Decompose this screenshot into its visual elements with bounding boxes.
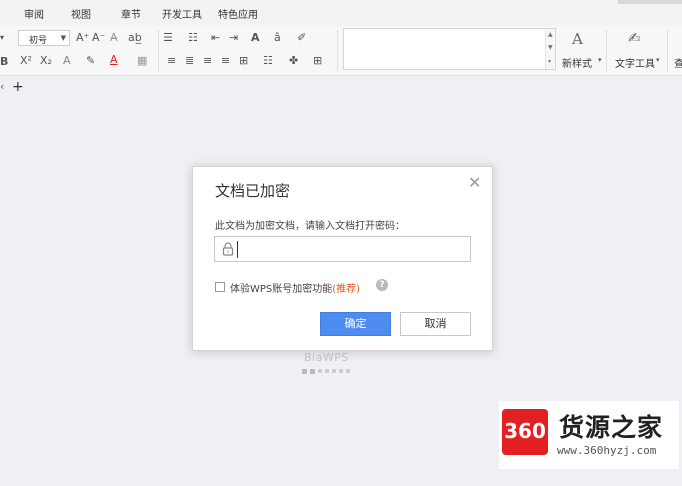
checkbox-label[interactable]: 体验WPS账号加密功能(推荐) — [230, 280, 360, 295]
password-field[interactable] — [214, 236, 471, 262]
subscript-icon[interactable]: X₂ — [40, 55, 52, 66]
gallery-up-icon[interactable]: ▲ — [548, 31, 553, 38]
chevron-left-icon[interactable]: ‹ — [0, 80, 4, 93]
distributed-icon[interactable]: ⊞ — [239, 55, 248, 66]
highlight-icon[interactable]: ✎ — [86, 55, 95, 66]
show-marks-icon[interactable]: ✐ — [297, 32, 306, 43]
align-right-icon[interactable]: ≡ — [203, 55, 212, 66]
close-icon[interactable]: ✕ — [468, 173, 481, 192]
watermark-badge-text: 360 — [504, 419, 546, 443]
shrink-font-icon[interactable]: A⁻ — [92, 32, 105, 43]
style-gallery-scroll[interactable]: ▲ ▼ ▾ — [545, 29, 555, 69]
loading-dot — [302, 369, 307, 374]
phonetic-guide-icon[interactable]: ab̲ — [128, 32, 142, 43]
dialog-title: 文档已加密 — [215, 182, 291, 200]
line-spacing-icon[interactable]: ☷ — [263, 55, 273, 66]
watermark-badge: 360 — [502, 409, 548, 455]
loading-dot — [346, 369, 350, 373]
cancel-button[interactable]: 取消 — [400, 312, 471, 336]
chevron-down-icon[interactable]: ▾ — [656, 57, 660, 64]
document-tab-bar: ‹ + — [0, 77, 682, 99]
ribbon-divider — [158, 30, 159, 72]
text-tool-label[interactable]: 文字工具 — [615, 55, 655, 70]
checkbox-label-text: 体验WPS账号加密功能 — [230, 284, 333, 295]
menu-special-apps[interactable]: 特色应用 — [218, 6, 258, 21]
style-gallery[interactable]: ▲ ▼ ▾ — [343, 28, 556, 70]
loading-indicator — [302, 369, 353, 375]
lock-icon — [222, 242, 234, 256]
font-color-icon[interactable]: A — [110, 54, 118, 65]
new-style-label[interactable]: 新样式 — [562, 55, 592, 70]
font-size-value: 初号 — [29, 36, 48, 46]
text-effect-icon[interactable]: A — [63, 55, 71, 66]
gallery-down-icon[interactable]: ▼ — [548, 44, 553, 51]
password-dialog: 文档已加密 ✕ 此文档为加密文档，请输入文档打开密码： 体验WPS账号加密功能(… — [192, 166, 493, 351]
confirm-button[interactable]: 确定 — [320, 312, 391, 336]
sort-icon[interactable]: â — [274, 32, 281, 43]
bold-icon[interactable]: B — [0, 56, 8, 67]
text-direction-icon[interactable]: A — [251, 32, 260, 43]
text-tool-icon[interactable]: ✍ — [628, 31, 641, 46]
ribbon-divider — [667, 30, 668, 72]
font-size-select[interactable]: 初号 ▼ — [18, 30, 70, 46]
grow-font-icon[interactable]: A⁺ — [76, 32, 89, 43]
increase-indent-icon[interactable]: ⇥ — [229, 32, 238, 43]
ribbon-toolbar: ▾ 初号 ▼ A⁺ A⁻ A̶ ab̲ ☰ ☷ ⇤ ⇥ A â ✐ B X² X… — [0, 26, 682, 76]
watermark-title: 货源之家 — [559, 413, 664, 442]
font-name-dropdown-arrow[interactable]: ▾ — [0, 34, 4, 42]
paragraph-shading-icon[interactable]: ✤ — [289, 55, 298, 66]
border-icon[interactable]: ⊞ — [313, 55, 322, 66]
menu-developer-tools[interactable]: 开发工具 — [162, 6, 202, 21]
char-shading-icon[interactable]: ▦ — [137, 55, 147, 66]
align-center-icon[interactable]: ≣ — [185, 55, 194, 66]
loading-logo-text: BiaWPS — [304, 351, 349, 364]
window-controls-stub — [618, 0, 682, 4]
new-tab-button[interactable]: + — [12, 79, 24, 95]
clear-format-icon[interactable]: A̶ — [110, 32, 118, 43]
watermark-url: www.360hyzj.com — [557, 444, 657, 457]
chevron-down-icon[interactable]: ▾ — [598, 57, 602, 64]
new-style-icon[interactable]: A — [572, 32, 583, 47]
ribbon-divider — [606, 30, 607, 72]
loading-dot — [318, 369, 322, 373]
loading-dot — [332, 369, 336, 373]
justify-icon[interactable]: ≡ — [221, 55, 230, 66]
bullet-list-icon[interactable]: ☰ — [163, 32, 173, 43]
password-input[interactable] — [237, 241, 467, 258]
loading-dot — [325, 369, 329, 373]
loading-dot — [310, 369, 315, 374]
recommend-tag: (推荐) — [332, 284, 361, 295]
watermark: 360 货源之家 www.360hyzj.com — [499, 401, 679, 469]
dialog-prompt: 此文档为加密文档，请输入文档打开密码： — [215, 221, 405, 232]
help-icon[interactable]: ? — [376, 279, 388, 291]
ribbon-divider — [337, 30, 338, 72]
decrease-indent-icon[interactable]: ⇤ — [211, 32, 220, 43]
menu-bar: 审阅 视图 章节 开发工具 特色应用 — [0, 0, 682, 26]
numbered-list-icon[interactable]: ☷ — [188, 32, 198, 43]
gallery-more-icon[interactable]: ▾ — [548, 58, 551, 65]
superscript-icon[interactable]: X² — [20, 55, 32, 66]
find-label[interactable]: 查 — [674, 55, 682, 70]
loading-dot — [339, 369, 343, 373]
chevron-down-icon: ▼ — [60, 34, 66, 42]
menu-review[interactable]: 审阅 — [24, 6, 44, 21]
account-encryption-checkbox[interactable] — [215, 282, 225, 292]
align-left-icon[interactable]: ≡ — [167, 55, 176, 66]
menu-chapter[interactable]: 章节 — [121, 6, 141, 21]
menu-view[interactable]: 视图 — [71, 6, 91, 21]
